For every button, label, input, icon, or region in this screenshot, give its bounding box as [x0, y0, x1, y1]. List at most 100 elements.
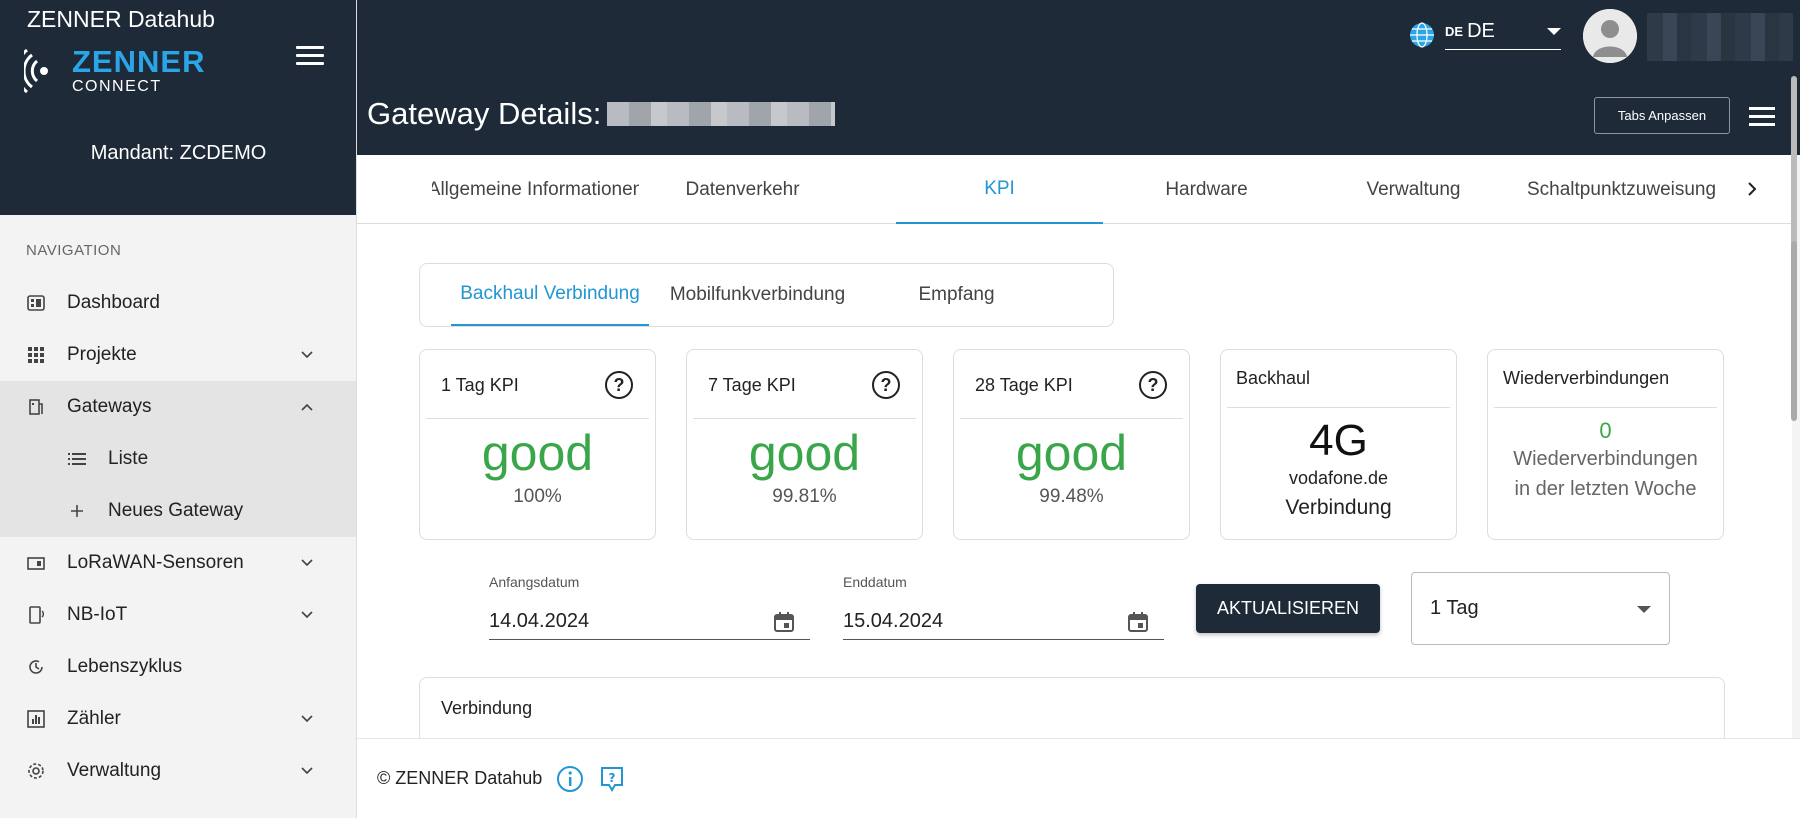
logo-brand: ZENNER: [72, 44, 206, 79]
main-tabs: Allgemeine Informationen Datenverkehr KP…: [357, 155, 1792, 224]
end-date-label: Enddatum: [843, 574, 907, 590]
chevron-down-icon: [300, 712, 314, 726]
chevron-up-icon: [300, 400, 314, 414]
grid-icon: [26, 345, 46, 365]
language-select[interactable]: DE DE: [1445, 20, 1561, 50]
end-date-field[interactable]: Enddatum 15.04.2024: [843, 574, 1164, 640]
help-chat-icon[interactable]: ?: [598, 765, 626, 793]
aktualisieren-button[interactable]: AKTUALISIEREN: [1196, 584, 1380, 633]
list-icon: [67, 449, 87, 469]
username-redacted[interactable]: [1647, 13, 1793, 61]
start-date-field[interactable]: Anfangsdatum 14.04.2024: [489, 574, 810, 640]
gateway-icon: [26, 397, 46, 417]
help-icon[interactable]: ?: [1139, 371, 1167, 399]
divider: [960, 418, 1183, 419]
sidebar-item-projekte[interactable]: Projekte: [0, 329, 356, 381]
chevron-down-icon: [300, 764, 314, 778]
reconnect-line-1: Wiederverbindungen: [1513, 448, 1698, 470]
dashboard-icon: [26, 293, 46, 313]
start-date-input[interactable]: 14.04.2024: [489, 610, 589, 633]
tab-allgemeine-informationen[interactable]: Allgemeine Informationen: [432, 155, 639, 224]
help-icon[interactable]: ?: [872, 371, 900, 399]
sidebar-item-label: Liste: [108, 448, 149, 469]
sidebar-item-label: Gateways: [67, 396, 152, 417]
tabs-anpassen-button[interactable]: Tabs Anpassen: [1594, 97, 1730, 134]
kpi-card-7-tage: 7 Tage KPI ? good 99.81%: [686, 349, 923, 540]
language-flag-code: DE: [1445, 24, 1464, 39]
divider: [1227, 407, 1450, 408]
info-icon[interactable]: [556, 765, 584, 793]
sidebar-item-liste[interactable]: Liste: [0, 433, 356, 485]
calendar-icon[interactable]: [1126, 610, 1150, 634]
backhaul-card-title: Backhaul: [1236, 368, 1311, 388]
language-selector[interactable]: DE DE: [1409, 20, 1561, 50]
divider: [1494, 407, 1717, 408]
tab-hardware[interactable]: Hardware: [1103, 155, 1310, 224]
caret-down-icon: [1637, 606, 1651, 613]
gear-icon: [26, 761, 46, 781]
sidebar-item-label: LoRaWAN-Sensoren: [67, 552, 244, 573]
sidebar-item-label: Lebenszyklus: [67, 656, 183, 677]
verbindung-title: Verbindung: [441, 698, 533, 718]
reconnect-card: Wiederverbindungen 0 Wiederverbindungen …: [1487, 349, 1724, 540]
reconnect-line-2: in der letzten Woche: [1514, 478, 1697, 500]
zenner-signal-icon: [24, 48, 48, 93]
globe-icon: [1410, 22, 1434, 48]
subtab-backhaul-verbindung[interactable]: Backhaul Verbindung: [451, 264, 649, 326]
kpi-card-percent: 99.81%: [772, 486, 837, 507]
sidebar-item-label: Verwaltung: [67, 760, 162, 781]
scrollbar[interactable]: [1790, 76, 1798, 818]
sidebar-item-dashboard[interactable]: Dashboard: [0, 277, 356, 329]
user-icon: [1583, 9, 1637, 63]
kpi-card-title: 1 Tag KPI: [441, 375, 519, 395]
calendar-icon[interactable]: [772, 610, 796, 634]
tab-verwaltung[interactable]: Verwaltung: [1310, 155, 1517, 224]
tab-datenverkehr[interactable]: Datenverkehr: [639, 155, 846, 224]
sidebar: ZENNER Datahub ZENNER CONNECT Mandant: Z…: [0, 0, 357, 818]
chevron-down-icon: [300, 556, 314, 570]
kpi-card-value: good: [748, 425, 861, 481]
caret-down-icon: [1547, 28, 1561, 35]
verbindung-card: Verbindung: [419, 677, 1725, 747]
backhaul-provider: vodafone.de: [1288, 468, 1389, 488]
sub-tabs: Backhaul Verbindung Mobilfunkverbindung …: [419, 263, 1114, 327]
end-date-input[interactable]: 15.04.2024: [843, 610, 943, 633]
menu-icon[interactable]: [1749, 107, 1775, 127]
sidebar-header: ZENNER Datahub ZENNER CONNECT Mandant: Z…: [0, 0, 356, 215]
help-icon[interactable]: ?: [605, 371, 633, 399]
nbiot-icon: [26, 605, 46, 625]
kpi-card-percent: 99.48%: [1039, 486, 1104, 507]
sidebar-menu-icon[interactable]: [296, 46, 324, 68]
sidebar-item-lorawan[interactable]: LoRaWAN-Sensoren: [0, 537, 356, 589]
backhaul-card: Backhaul 4G vodafone.de Verbindung: [1220, 349, 1457, 540]
sidebar-item-verwaltung[interactable]: Verwaltung: [0, 745, 356, 797]
footer: © ZENNER Datahub ?: [357, 738, 1800, 818]
sidebar-item-nbiot[interactable]: NB-IoT: [0, 589, 356, 641]
meter-icon: [26, 709, 46, 729]
sidebar-item-lebenszyklus[interactable]: Lebenszyklus: [0, 641, 356, 693]
time-range-select[interactable]: 1 Tag: [1411, 572, 1670, 645]
sidebar-item-zaehler[interactable]: Zähler: [0, 693, 356, 745]
plus-icon: [67, 501, 87, 521]
gateway-id-redacted: [607, 102, 836, 126]
tab-schaltpunktzuweisung[interactable]: Schaltpunktzuweisung: [1527, 155, 1727, 224]
sidebar-item-gateways[interactable]: Gateways: [0, 381, 356, 433]
sidebar-item-label: Dashboard: [67, 292, 160, 313]
subtab-mobilfunkverbindung[interactable]: Mobilfunkverbindung: [665, 264, 850, 326]
zenner-logo[interactable]: ZENNER CONNECT: [24, 46, 205, 95]
kpi-card-value: good: [1015, 425, 1128, 481]
reconnect-count: 0: [1599, 418, 1612, 443]
start-date-label: Anfangsdatum: [489, 574, 580, 590]
tab-kpi[interactable]: KPI: [896, 155, 1103, 224]
sidebar-item-neues-gateway[interactable]: Neues Gateway: [0, 485, 356, 537]
kpi-card-value: good: [481, 425, 594, 481]
scrollbar-thumb[interactable]: [1791, 241, 1797, 421]
svg-text:?: ?: [609, 771, 616, 785]
avatar[interactable]: [1583, 9, 1637, 63]
divider: [693, 418, 916, 419]
top-bar: Gateway Details: DE DE Tabs Anpassen: [357, 0, 1800, 155]
subtab-empfang[interactable]: Empfang: [894, 264, 1019, 326]
chevron-right-icon[interactable]: [1740, 177, 1764, 201]
kpi-card-title: 7 Tage KPI: [708, 375, 796, 395]
page-title: Gateway Details:: [367, 96, 836, 132]
